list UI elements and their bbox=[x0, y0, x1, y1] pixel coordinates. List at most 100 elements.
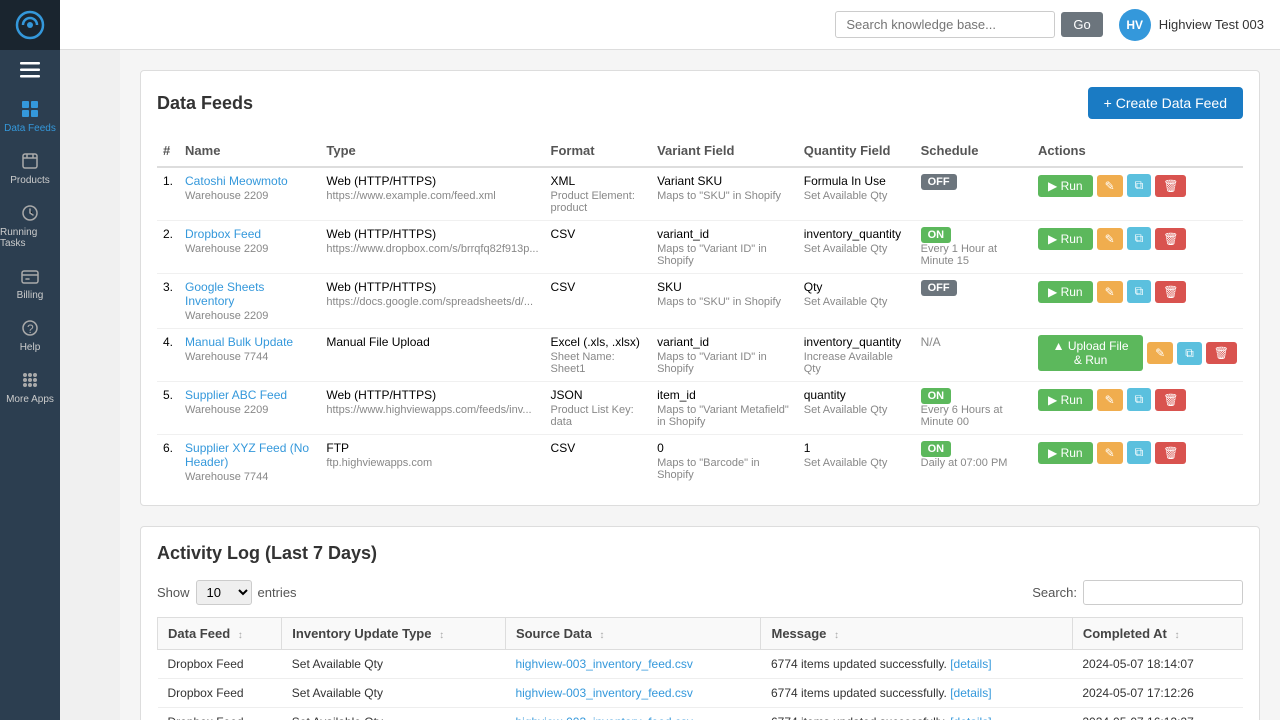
feed-name-link[interactable]: Dropbox Feed bbox=[185, 227, 261, 241]
action-buttons: ▲ Upload File & Run ✎ ⧉ 🗑 bbox=[1038, 335, 1237, 371]
edit-button[interactable]: ✎ bbox=[1097, 228, 1123, 250]
log-row: Dropbox Feed Set Available Qty highview-… bbox=[158, 679, 1243, 708]
col-format: Format bbox=[545, 135, 652, 167]
delete-button[interactable]: 🗑 bbox=[1155, 175, 1186, 197]
feed-name-link[interactable]: Catoshi Meowmoto bbox=[185, 174, 288, 188]
sort-icon[interactable]: ↕ bbox=[599, 630, 604, 641]
col-actions: Actions bbox=[1032, 135, 1243, 167]
entries-select[interactable]: 102550100 bbox=[196, 580, 252, 605]
sort-icon[interactable]: ↕ bbox=[439, 630, 444, 641]
row-num: 2. bbox=[157, 221, 179, 274]
copy-button[interactable]: ⧉ bbox=[1127, 441, 1152, 464]
data-feeds-header: Data Feeds + Create Data Feed bbox=[157, 87, 1243, 119]
action-buttons: ▶ Run ✎ ⧉ 🗑 bbox=[1038, 441, 1237, 464]
row-type: FTP ftp.highviewapps.com bbox=[320, 435, 544, 490]
edit-button[interactable]: ✎ bbox=[1097, 175, 1123, 197]
status-badge: OFF bbox=[921, 280, 957, 296]
log-completed: 2024-05-07 16:12:27 bbox=[1072, 708, 1242, 720]
edit-button[interactable]: ✎ bbox=[1147, 342, 1173, 364]
run-button[interactable]: ▶ Run bbox=[1038, 442, 1093, 464]
run-button[interactable]: ▶ Run bbox=[1038, 281, 1093, 303]
row-schedule: ONDaily at 07:00 PM bbox=[915, 435, 1032, 490]
delete-button[interactable]: 🗑 bbox=[1206, 342, 1237, 364]
log-search-input[interactable] bbox=[1083, 580, 1243, 605]
edit-button[interactable]: ✎ bbox=[1097, 281, 1123, 303]
row-variant: item_id Maps to "Variant Metafield" in S… bbox=[651, 382, 798, 435]
show-entries-area: Show 102550100 entries bbox=[157, 580, 297, 605]
row-variant: Variant SKU Maps to "SKU" in Shopify bbox=[651, 167, 798, 221]
row-format: XML Product Element: product bbox=[545, 167, 652, 221]
run-button[interactable]: ▶ Run bbox=[1038, 228, 1093, 250]
log-source: highview-003_inventory_feed.csv bbox=[505, 708, 761, 720]
sidebar-item-label: More Apps bbox=[6, 394, 54, 405]
copy-button[interactable]: ⧉ bbox=[1177, 342, 1202, 365]
copy-button[interactable]: ⧉ bbox=[1127, 280, 1152, 303]
log-details-link[interactable]: [details] bbox=[950, 686, 991, 700]
activity-log-table: Data Feed ↕Inventory Update Type ↕Source… bbox=[157, 617, 1243, 720]
create-data-feed-button[interactable]: + Create Data Feed bbox=[1088, 87, 1243, 119]
row-name: Catoshi Meowmoto Warehouse 2209 bbox=[179, 167, 320, 221]
run-button[interactable]: ▶ Run bbox=[1038, 389, 1093, 411]
sidebar-item-more-apps[interactable]: More Apps bbox=[0, 361, 60, 413]
feed-name-link[interactable]: Manual Bulk Update bbox=[185, 335, 293, 349]
sidebar-item-label: Billing bbox=[17, 290, 44, 301]
table-row: 2. Dropbox Feed Warehouse 2209 Web (HTTP… bbox=[157, 221, 1243, 274]
sort-icon[interactable]: ↕ bbox=[1174, 630, 1179, 641]
row-type: Web (HTTP/HTTPS) https://www.example.com… bbox=[320, 167, 544, 221]
copy-button[interactable]: ⧉ bbox=[1127, 227, 1152, 250]
sort-icon[interactable]: ↕ bbox=[238, 630, 243, 641]
sidebar-item-running-tasks[interactable]: Running Tasks bbox=[0, 194, 60, 257]
entries-label: entries bbox=[258, 585, 297, 600]
row-name: Manual Bulk Update Warehouse 7744 bbox=[179, 329, 320, 382]
log-message: 6774 items updated successfully. [detail… bbox=[761, 650, 1072, 679]
run-button[interactable]: ▶ Run bbox=[1038, 175, 1093, 197]
search-label: Search: bbox=[1032, 585, 1077, 600]
edit-button[interactable]: ✎ bbox=[1097, 442, 1123, 464]
delete-button[interactable]: 🗑 bbox=[1155, 442, 1186, 464]
log-message: 6774 items updated successfully. [detail… bbox=[761, 679, 1072, 708]
knowledge-search-input[interactable] bbox=[835, 11, 1055, 38]
menu-button[interactable] bbox=[0, 50, 60, 90]
edit-button[interactable]: ✎ bbox=[1097, 389, 1123, 411]
log-details-link[interactable]: [details] bbox=[950, 657, 991, 671]
row-variant: variant_id Maps to "Variant ID" in Shopi… bbox=[651, 221, 798, 274]
row-schedule: ONEvery 6 Hours at Minute 00 bbox=[915, 382, 1032, 435]
feed-warehouse: Warehouse 7744 bbox=[185, 351, 314, 363]
row-type: Web (HTTP/HTTPS) https://docs.google.com… bbox=[320, 274, 544, 329]
action-buttons: ▶ Run ✎ ⧉ 🗑 bbox=[1038, 388, 1237, 411]
table-row: 4. Manual Bulk Update Warehouse 7744 Man… bbox=[157, 329, 1243, 382]
sidebar-item-help[interactable]: ? Help bbox=[0, 309, 60, 361]
activity-log-title: Activity Log (Last 7 Days) bbox=[157, 543, 377, 564]
log-details-link[interactable]: [details] bbox=[950, 715, 991, 720]
sidebar-item-products[interactable]: Products bbox=[0, 142, 60, 194]
delete-button[interactable]: 🗑 bbox=[1155, 228, 1186, 250]
action-buttons: ▶ Run ✎ ⧉ 🗑 bbox=[1038, 280, 1237, 303]
sidebar-item-label: Products bbox=[10, 175, 49, 186]
row-variant: SKU Maps to "SKU" in Shopify bbox=[651, 274, 798, 329]
feed-name-link[interactable]: Supplier XYZ Feed (No Header) bbox=[185, 441, 309, 469]
log-row: Dropbox Feed Set Available Qty highview-… bbox=[158, 708, 1243, 720]
knowledge-search-button[interactable]: Go bbox=[1061, 12, 1102, 37]
billing-icon bbox=[19, 265, 41, 287]
log-source-link[interactable]: highview-003_inventory_feed.csv bbox=[515, 715, 692, 720]
log-source-link[interactable]: highview-003_inventory_feed.csv bbox=[515, 657, 692, 671]
copy-button[interactable]: ⧉ bbox=[1127, 388, 1152, 411]
log-feed: Dropbox Feed bbox=[158, 708, 282, 720]
feeds-table: # Name Type Format Variant Field Quantit… bbox=[157, 135, 1243, 489]
upload-run-button[interactable]: ▲ Upload File & Run bbox=[1038, 335, 1143, 371]
copy-button[interactable]: ⧉ bbox=[1127, 174, 1152, 197]
sort-icon[interactable]: ↕ bbox=[834, 630, 839, 641]
sidebar-item-data-feeds[interactable]: Data Feeds bbox=[0, 90, 60, 142]
data-feeds-section: Data Feeds + Create Data Feed # Name Typ… bbox=[140, 70, 1260, 506]
log-source-link[interactable]: highview-003_inventory_feed.csv bbox=[515, 686, 692, 700]
app-logo[interactable] bbox=[0, 0, 60, 50]
feed-name-link[interactable]: Google Sheets Inventory bbox=[185, 280, 264, 308]
help-icon: ? bbox=[19, 317, 41, 339]
delete-button[interactable]: 🗑 bbox=[1155, 389, 1186, 411]
delete-button[interactable]: 🗑 bbox=[1155, 281, 1186, 303]
row-name: Supplier ABC Feed Warehouse 2209 bbox=[179, 382, 320, 435]
feed-name-link[interactable]: Supplier ABC Feed bbox=[185, 388, 287, 402]
row-num: 4. bbox=[157, 329, 179, 382]
sidebar-item-billing[interactable]: Billing bbox=[0, 257, 60, 309]
col-schedule: Schedule bbox=[915, 135, 1032, 167]
